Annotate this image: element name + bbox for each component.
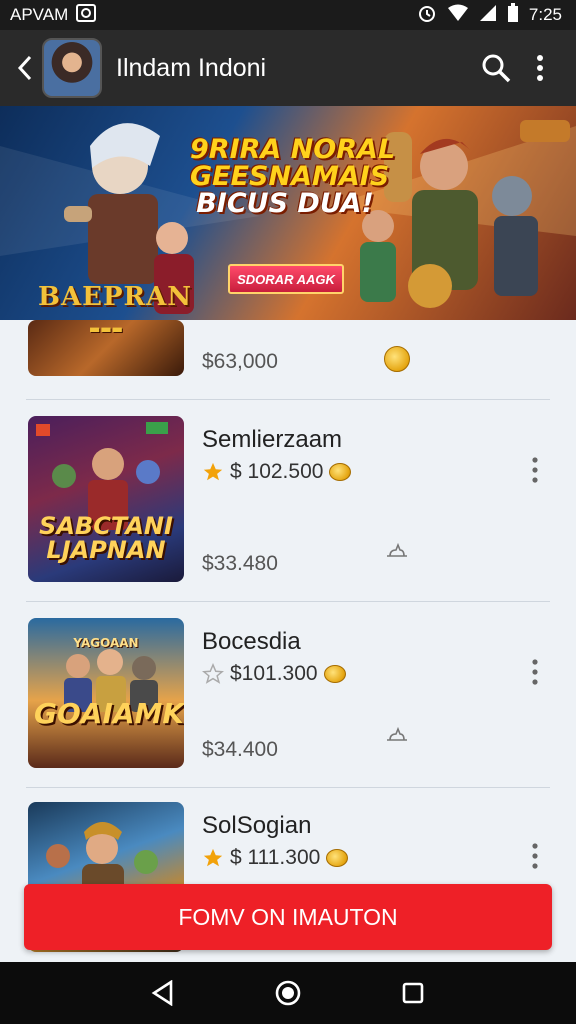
item-rating-row: $ 102.500: [202, 460, 352, 484]
item-thumbnail: YAGOAAN GOAIAMK: [28, 618, 184, 768]
hand-icon: [387, 542, 407, 557]
banner-cta-button[interactable]: SDORAR AAGK: [228, 264, 344, 294]
coin-icon: [384, 346, 410, 372]
promo-banner[interactable]: 9RIRA NORAL GEESNAMAIS BICUS DUA! SDORAR…: [0, 106, 576, 320]
list-item[interactable]: YAGOAAN GOAIAMK Bocesdia $101.300 $34.40…: [26, 618, 550, 788]
more-vert-icon: [532, 457, 538, 483]
item-name: SolSogian: [202, 812, 312, 839]
item-rating-row: $101.300: [202, 662, 346, 686]
item-more-button[interactable]: [520, 652, 550, 692]
wifi-icon: [447, 4, 469, 27]
battery-icon: [507, 2, 519, 28]
circle-home-icon: [275, 980, 301, 1006]
status-time: 7:25: [528, 5, 562, 24]
primary-action-button[interactable]: FOMV ON IMAUTON: [24, 884, 552, 950]
banner-headline-line-2: GEESNAMAIS: [190, 161, 390, 192]
item-name: Bocesdia: [202, 628, 301, 655]
item-rating-price: $ 111.300: [230, 846, 321, 869]
item-thumbnail-text: ▬▬▬: [88, 322, 123, 336]
item-price: $63,000: [202, 350, 278, 373]
more-vert-icon: [532, 659, 538, 685]
coin-icon: [323, 665, 346, 683]
more-vert-icon: [532, 843, 538, 869]
hand-icon: [387, 726, 407, 741]
list-item[interactable]: ▬▬▬ $63,000: [26, 320, 550, 400]
banner-headline-line-3: BICUS DUA!: [196, 188, 374, 219]
item-thumbnail-title: SABCTANI LJAPNAN: [39, 512, 173, 564]
signal-icon: [479, 4, 497, 27]
triangle-back-icon: [151, 980, 172, 1006]
search-button[interactable]: [474, 46, 518, 90]
product-list: ▬▬▬ $63,000 SABCTANI LJAPNAN Semlierzaam…: [0, 320, 576, 960]
banner-headline: 9RIRA NORAL GEESNAMAIS BICUS DUA!: [190, 134, 396, 219]
item-more-button[interactable]: [520, 836, 550, 876]
avatar[interactable]: [42, 38, 102, 98]
item-more-button[interactable]: [520, 450, 550, 490]
system-navigation-bar: [0, 962, 576, 1024]
item-rating-price: $101.300: [230, 662, 318, 685]
back-arrow-icon: [17, 55, 32, 81]
status-right: 7:25: [417, 2, 562, 28]
status-left: APVAM: [10, 3, 97, 27]
search-icon: [482, 54, 511, 83]
item-rating-row: $ 111.300: [202, 846, 349, 870]
more-vert-icon: [537, 55, 543, 81]
more-options-button[interactable]: [518, 46, 562, 90]
item-thumbnail-title: GOAIAMK: [34, 697, 184, 730]
notification-icon: [76, 3, 97, 27]
banner-headline-line-1: 9RIRA NORAL: [190, 134, 396, 165]
square-recents-icon: [403, 982, 424, 1004]
list-item[interactable]: SABCTANI LJAPNAN Semlierzaam $ 102.500 $…: [26, 416, 550, 602]
nav-back-button[interactable]: [139, 969, 187, 1017]
page-title: Ilndam Indoni: [116, 53, 267, 82]
status-bar: APVAM 7:25: [0, 0, 576, 30]
item-price: $33.480: [202, 552, 278, 575]
star-icon: [203, 462, 223, 481]
back-button[interactable]: [14, 48, 36, 88]
item-thumbnail-subtitle: YAGOAAN: [73, 636, 139, 650]
item-price: $34.400: [202, 738, 278, 761]
item-thumbnail: SABCTANI LJAPNAN: [28, 416, 184, 582]
banner-game-logo: BAEPRAN: [38, 282, 193, 312]
app-bar: Ilndam Indoni: [0, 30, 576, 106]
item-thumbnail: ▬▬▬: [28, 320, 184, 376]
alarm-icon: [417, 3, 437, 28]
item-rating-price: $ 102.500: [230, 460, 324, 483]
star-outline-icon: [202, 663, 224, 684]
star-icon: [203, 848, 223, 867]
nav-home-button[interactable]: [264, 969, 312, 1017]
coin-icon: [326, 849, 349, 867]
nav-recents-button[interactable]: [389, 969, 437, 1017]
coin-icon: [329, 463, 352, 481]
item-name: Semlierzaam: [202, 426, 343, 453]
status-carrier: APVAM: [10, 5, 69, 24]
